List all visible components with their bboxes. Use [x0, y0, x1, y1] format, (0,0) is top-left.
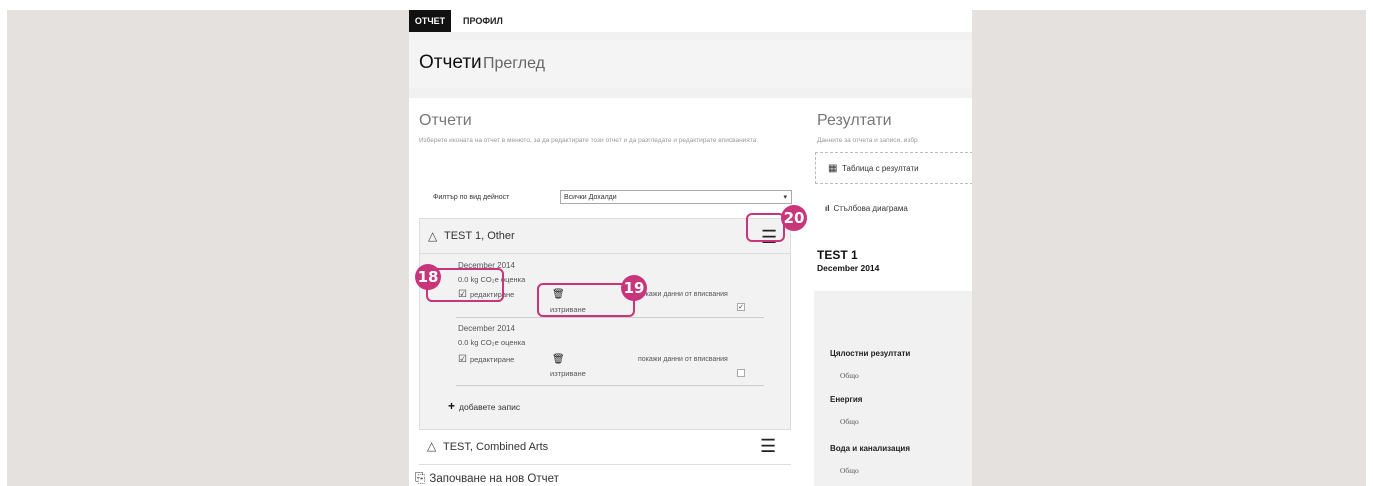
- results-category-total: Общо: [840, 371, 859, 380]
- results-panel: Резултати Данните за отчета и записи, из…: [809, 98, 972, 486]
- results-report-title: TEST 1: [817, 248, 858, 262]
- plus-icon: +: [448, 399, 456, 413]
- entry-estimate: 0.0 kg CO₂e оценка: [458, 338, 526, 347]
- show-entry-data-checkbox[interactable]: ✓: [737, 303, 745, 311]
- table-icon: ▦: [828, 163, 838, 174]
- new-report-icon: ⎘: [415, 470, 426, 485]
- show-entry-data-checkbox[interactable]: [737, 369, 745, 377]
- left-background: [7, 10, 409, 486]
- trash-icon[interactable]: 🗑: [552, 354, 565, 365]
- report-name: TEST 1, Other: [444, 230, 515, 242]
- callout-number: 18: [415, 264, 441, 290]
- bar-chart-label: Стълбова диаграма: [833, 204, 908, 213]
- page-header: Отчети Преглед: [409, 40, 972, 88]
- page-title: Отчети: [419, 52, 482, 73]
- results-report-date: December 2014: [817, 263, 880, 273]
- add-entry-label: добавете запис: [459, 402, 521, 412]
- tab-report[interactable]: ОТЧЕТ: [409, 10, 451, 32]
- add-entry-button[interactable]: + добавете запис: [448, 399, 520, 413]
- reports-heading: Отчети: [419, 112, 472, 129]
- edit-label: редактиране: [469, 355, 515, 364]
- edit-icon: ☑: [458, 354, 467, 365]
- results-table-label: Таблица с резултати: [842, 164, 919, 173]
- results-description: Данните за отчета и записи, избр: [817, 137, 918, 144]
- report-header[interactable]: △ TEST, Combined Arts ☰: [419, 430, 791, 465]
- header-strip: [409, 32, 972, 40]
- results-table-button[interactable]: ▦ Таблица с резултати: [815, 152, 972, 184]
- entry-divider: [456, 385, 764, 386]
- callout-number: 20: [781, 205, 807, 231]
- results-heading: Резултати: [817, 112, 892, 129]
- bar-chart-button[interactable]: ıl Стълбова диаграма: [825, 204, 908, 213]
- show-entry-data-label: покажи данни от вписвания: [638, 356, 728, 363]
- entry-date: December 2014: [458, 324, 515, 333]
- callout-number: 19: [621, 275, 647, 301]
- results-category-total: Общо: [840, 417, 859, 426]
- show-entry-data-label: покажи данни от вписвания: [638, 291, 728, 298]
- callout-menu-highlight: [746, 213, 785, 242]
- hamburger-icon[interactable]: ☰: [760, 437, 776, 455]
- header-gap: [409, 88, 972, 98]
- entry-divider: [456, 317, 764, 318]
- warning-triangle-icon: △: [428, 229, 438, 243]
- filter-label: Филтър по вид дейност: [433, 194, 510, 201]
- results-category: Вода и канализация: [830, 444, 911, 453]
- results-category-total: Общо: [840, 466, 859, 475]
- top-tab-bar: ОТЧЕТ ПРОФИЛ: [409, 10, 972, 32]
- results-category: Енергия: [830, 395, 863, 404]
- right-background: [972, 10, 1366, 486]
- results-category: Цялостни резултати: [830, 349, 911, 358]
- activity-filter-select[interactable]: Всички Дохалди ▾: [560, 190, 792, 204]
- report-name: TEST, Combined Arts: [443, 441, 549, 453]
- report-header[interactable]: △ TEST 1, Other ☰: [420, 219, 790, 254]
- report-card: △ TEST 1, Other ☰ December 2014 0.0 kg C…: [419, 218, 791, 430]
- delete-entry-button[interactable]: изтриване: [550, 369, 586, 378]
- chevron-down-icon: ▾: [783, 194, 787, 201]
- bar-chart-icon: ıl: [825, 204, 830, 213]
- page-subtitle: Преглед: [483, 55, 545, 72]
- warning-triangle-icon: △: [427, 439, 437, 453]
- app-window: ОТЧЕТ ПРОФИЛ Отчети Преглед Отчети Избер…: [409, 10, 972, 486]
- new-report-button[interactable]: ⎘ Започване на нов Отчет: [415, 470, 559, 486]
- tab-profile[interactable]: ПРОФИЛ: [455, 10, 511, 32]
- edit-entry-button[interactable]: ☑ редактиране: [458, 354, 514, 365]
- reports-description: Изберете иконата на отчет в менюто, за д…: [419, 137, 759, 144]
- results-summary-box: Цялостни резултати Общо Енергия Общо Вод…: [814, 291, 972, 486]
- filter-selected-value: Всички Дохалди: [564, 194, 617, 201]
- new-report-label: Започване на нов Отчет: [429, 473, 559, 485]
